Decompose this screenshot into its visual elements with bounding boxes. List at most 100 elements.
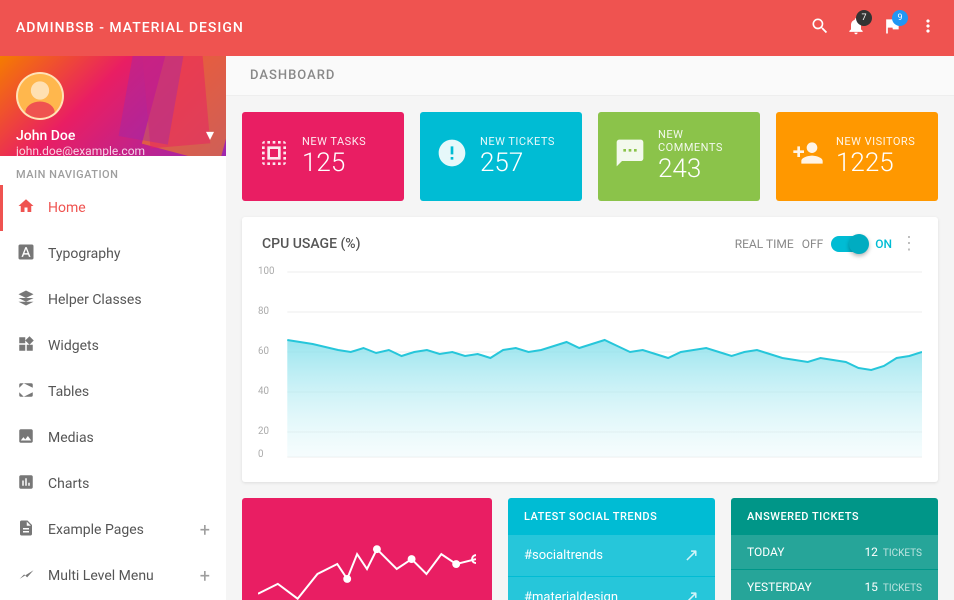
sidebar-item-home-label: Home (48, 200, 86, 216)
stat-card-new-tickets: NEW TICKETS 257 (420, 112, 582, 201)
mini-chart-card (242, 498, 492, 600)
cpu-chart-section: CPU USAGE (%) REAL TIME OFF ON ⋮ 100 80 … (242, 217, 938, 482)
new-comments-label: NEW COMMENTS (658, 128, 744, 154)
svg-text:80: 80 (258, 306, 269, 317)
main-content: DASHBOARD NEW TASKS 125 NEW TICKETS (226, 56, 954, 600)
trend-arrow-2: ↗ (684, 587, 699, 600)
svg-text:100: 100 (258, 266, 274, 277)
trends-title: LATEST SOCIAL TRENDS (524, 510, 699, 523)
new-comments-info: NEW COMMENTS 243 (658, 128, 744, 185)
svg-text:20: 20 (258, 426, 269, 437)
sidebar-item-example-pages-label: Example Pages (48, 522, 144, 538)
chart-svg-container: 100 80 60 40 20 0 0 10 20 (242, 262, 938, 482)
ticket-count-today: 12 TICKETS (864, 545, 922, 559)
notifications-button[interactable]: 7 (846, 16, 866, 40)
new-comments-icon (614, 137, 646, 176)
ticket-period-today: TODAY (747, 545, 785, 559)
sidebar-item-example-pages[interactable]: Example Pages + (0, 507, 226, 553)
trend-item-1: #socialtrends ↗ (508, 535, 715, 576)
new-tasks-info: NEW TASKS 125 (302, 135, 388, 179)
sidebar-item-charts[interactable]: Charts (0, 461, 226, 507)
chart-controls: REAL TIME OFF ON ⋮ (735, 233, 918, 254)
new-comments-value: 243 (658, 154, 744, 185)
ticket-period-yesterday: YESTERDAY (747, 580, 812, 594)
on-label: ON (875, 237, 892, 251)
chart-title: CPU USAGE (%) (262, 236, 361, 252)
sidebar-item-tables[interactable]: Tables (0, 369, 226, 415)
new-visitors-value: 1225 (836, 148, 922, 179)
sidebar-item-typography-label: Typography (48, 246, 120, 262)
tickets-header: ANSWERED TICKETS (731, 498, 938, 535)
new-tickets-value: 257 (480, 148, 566, 179)
sidebar-item-helper-classes[interactable]: Helper Classes (0, 277, 226, 323)
sidebar-item-home[interactable]: Home (0, 185, 226, 231)
user-info: John Doe john.doe@example.com (16, 128, 210, 158)
flags-badge: 9 (892, 10, 908, 26)
sidebar-item-multi-level-menu-label: Multi Level Menu (48, 568, 154, 584)
new-tickets-icon (436, 137, 468, 176)
flags-button[interactable]: 9 (882, 16, 902, 40)
tickets-title: ANSWERED TICKETS (747, 510, 922, 523)
off-label: OFF (802, 237, 824, 251)
widgets-icon (16, 335, 36, 357)
new-visitors-icon (792, 137, 824, 176)
sidebar-item-medias[interactable]: Medias (0, 415, 226, 461)
new-tickets-label: NEW TICKETS (480, 135, 566, 148)
sidebar-item-widgets[interactable]: Widgets (0, 323, 226, 369)
trend-arrow-1: ↗ (684, 545, 699, 566)
trend-tag-2: #materialdesign (524, 590, 618, 600)
answered-tickets-card: ANSWERED TICKETS TODAY 12 TICKETS YESTER… (731, 498, 938, 600)
stat-card-new-tasks: NEW TASKS 125 (242, 112, 404, 201)
sidebar-item-tables-label: Tables (48, 384, 89, 400)
more-menu-button[interactable] (918, 16, 938, 40)
new-visitors-label: NEW VISITORS (836, 135, 922, 148)
sidebar-item-helper-classes-label: Helper Classes (48, 292, 142, 308)
sidebar-user-area: John Doe john.doe@example.com ▾ (0, 56, 226, 156)
home-icon (16, 197, 36, 219)
real-time-label: REAL TIME (735, 237, 794, 251)
multi-level-menu-icon (16, 565, 36, 587)
nav-section-label: MAIN NAVIGATION (0, 156, 226, 185)
ticket-item-yesterday: YESTERDAY 15 TICKETS (731, 570, 938, 600)
stat-card-new-visitors: NEW VISITORS 1225 (776, 112, 938, 201)
new-tasks-value: 125 (302, 148, 388, 179)
stat-card-new-comments: NEW COMMENTS 243 (598, 112, 760, 201)
sidebar-item-widgets-label: Widgets (48, 338, 99, 354)
new-tasks-label: NEW TASKS (302, 135, 388, 148)
main-layout: John Doe john.doe@example.com ▾ MAIN NAV… (0, 56, 954, 600)
social-trends-card: LATEST SOCIAL TRENDS #socialtrends ↗ #ma… (508, 498, 715, 600)
stat-cards-row: NEW TASKS 125 NEW TICKETS 257 (226, 96, 954, 217)
app-title: ADMINBSB - MATERIAL DESIGN (16, 20, 244, 36)
dashboard-title: DASHBOARD (226, 56, 954, 96)
sidebar-item-charts-label: Charts (48, 476, 89, 492)
ticket-item-today: TODAY 12 TICKETS (731, 535, 938, 569)
sidebar-item-multi-level-menu[interactable]: Multi Level Menu + (0, 553, 226, 599)
sidebar: John Doe john.doe@example.com ▾ MAIN NAV… (0, 56, 226, 600)
bottom-section: LATEST SOCIAL TRENDS #socialtrends ↗ #ma… (226, 498, 954, 600)
real-time-toggle[interactable] (831, 236, 867, 252)
search-button[interactable] (810, 16, 830, 40)
trend-item-2: #materialdesign ↗ (508, 577, 715, 600)
mini-chart-svg (258, 514, 476, 600)
new-tasks-icon (258, 137, 290, 176)
multi-level-menu-plus-icon[interactable]: + (200, 566, 210, 587)
user-dropdown-toggle[interactable]: ▾ (206, 125, 214, 144)
sidebar-item-typography[interactable]: Typography (0, 231, 226, 277)
example-pages-icon (16, 519, 36, 541)
avatar (16, 72, 64, 120)
typography-icon (16, 243, 36, 265)
header-actions: 7 9 (810, 16, 938, 40)
example-pages-plus-icon[interactable]: + (200, 520, 210, 541)
user-name: John Doe (16, 128, 210, 144)
charts-icon (16, 473, 36, 495)
new-visitors-info: NEW VISITORS 1225 (836, 135, 922, 179)
svg-text:0: 0 (258, 449, 263, 460)
notifications-badge: 7 (856, 10, 872, 26)
toggle-thumb (849, 234, 869, 254)
medias-icon (16, 427, 36, 449)
chart-more-button[interactable]: ⋮ (900, 233, 918, 254)
helper-classes-icon (16, 289, 36, 311)
trends-header: LATEST SOCIAL TRENDS (508, 498, 715, 535)
svg-text:40: 40 (258, 386, 269, 397)
ticket-count-yesterday: 15 TICKETS (864, 580, 922, 594)
